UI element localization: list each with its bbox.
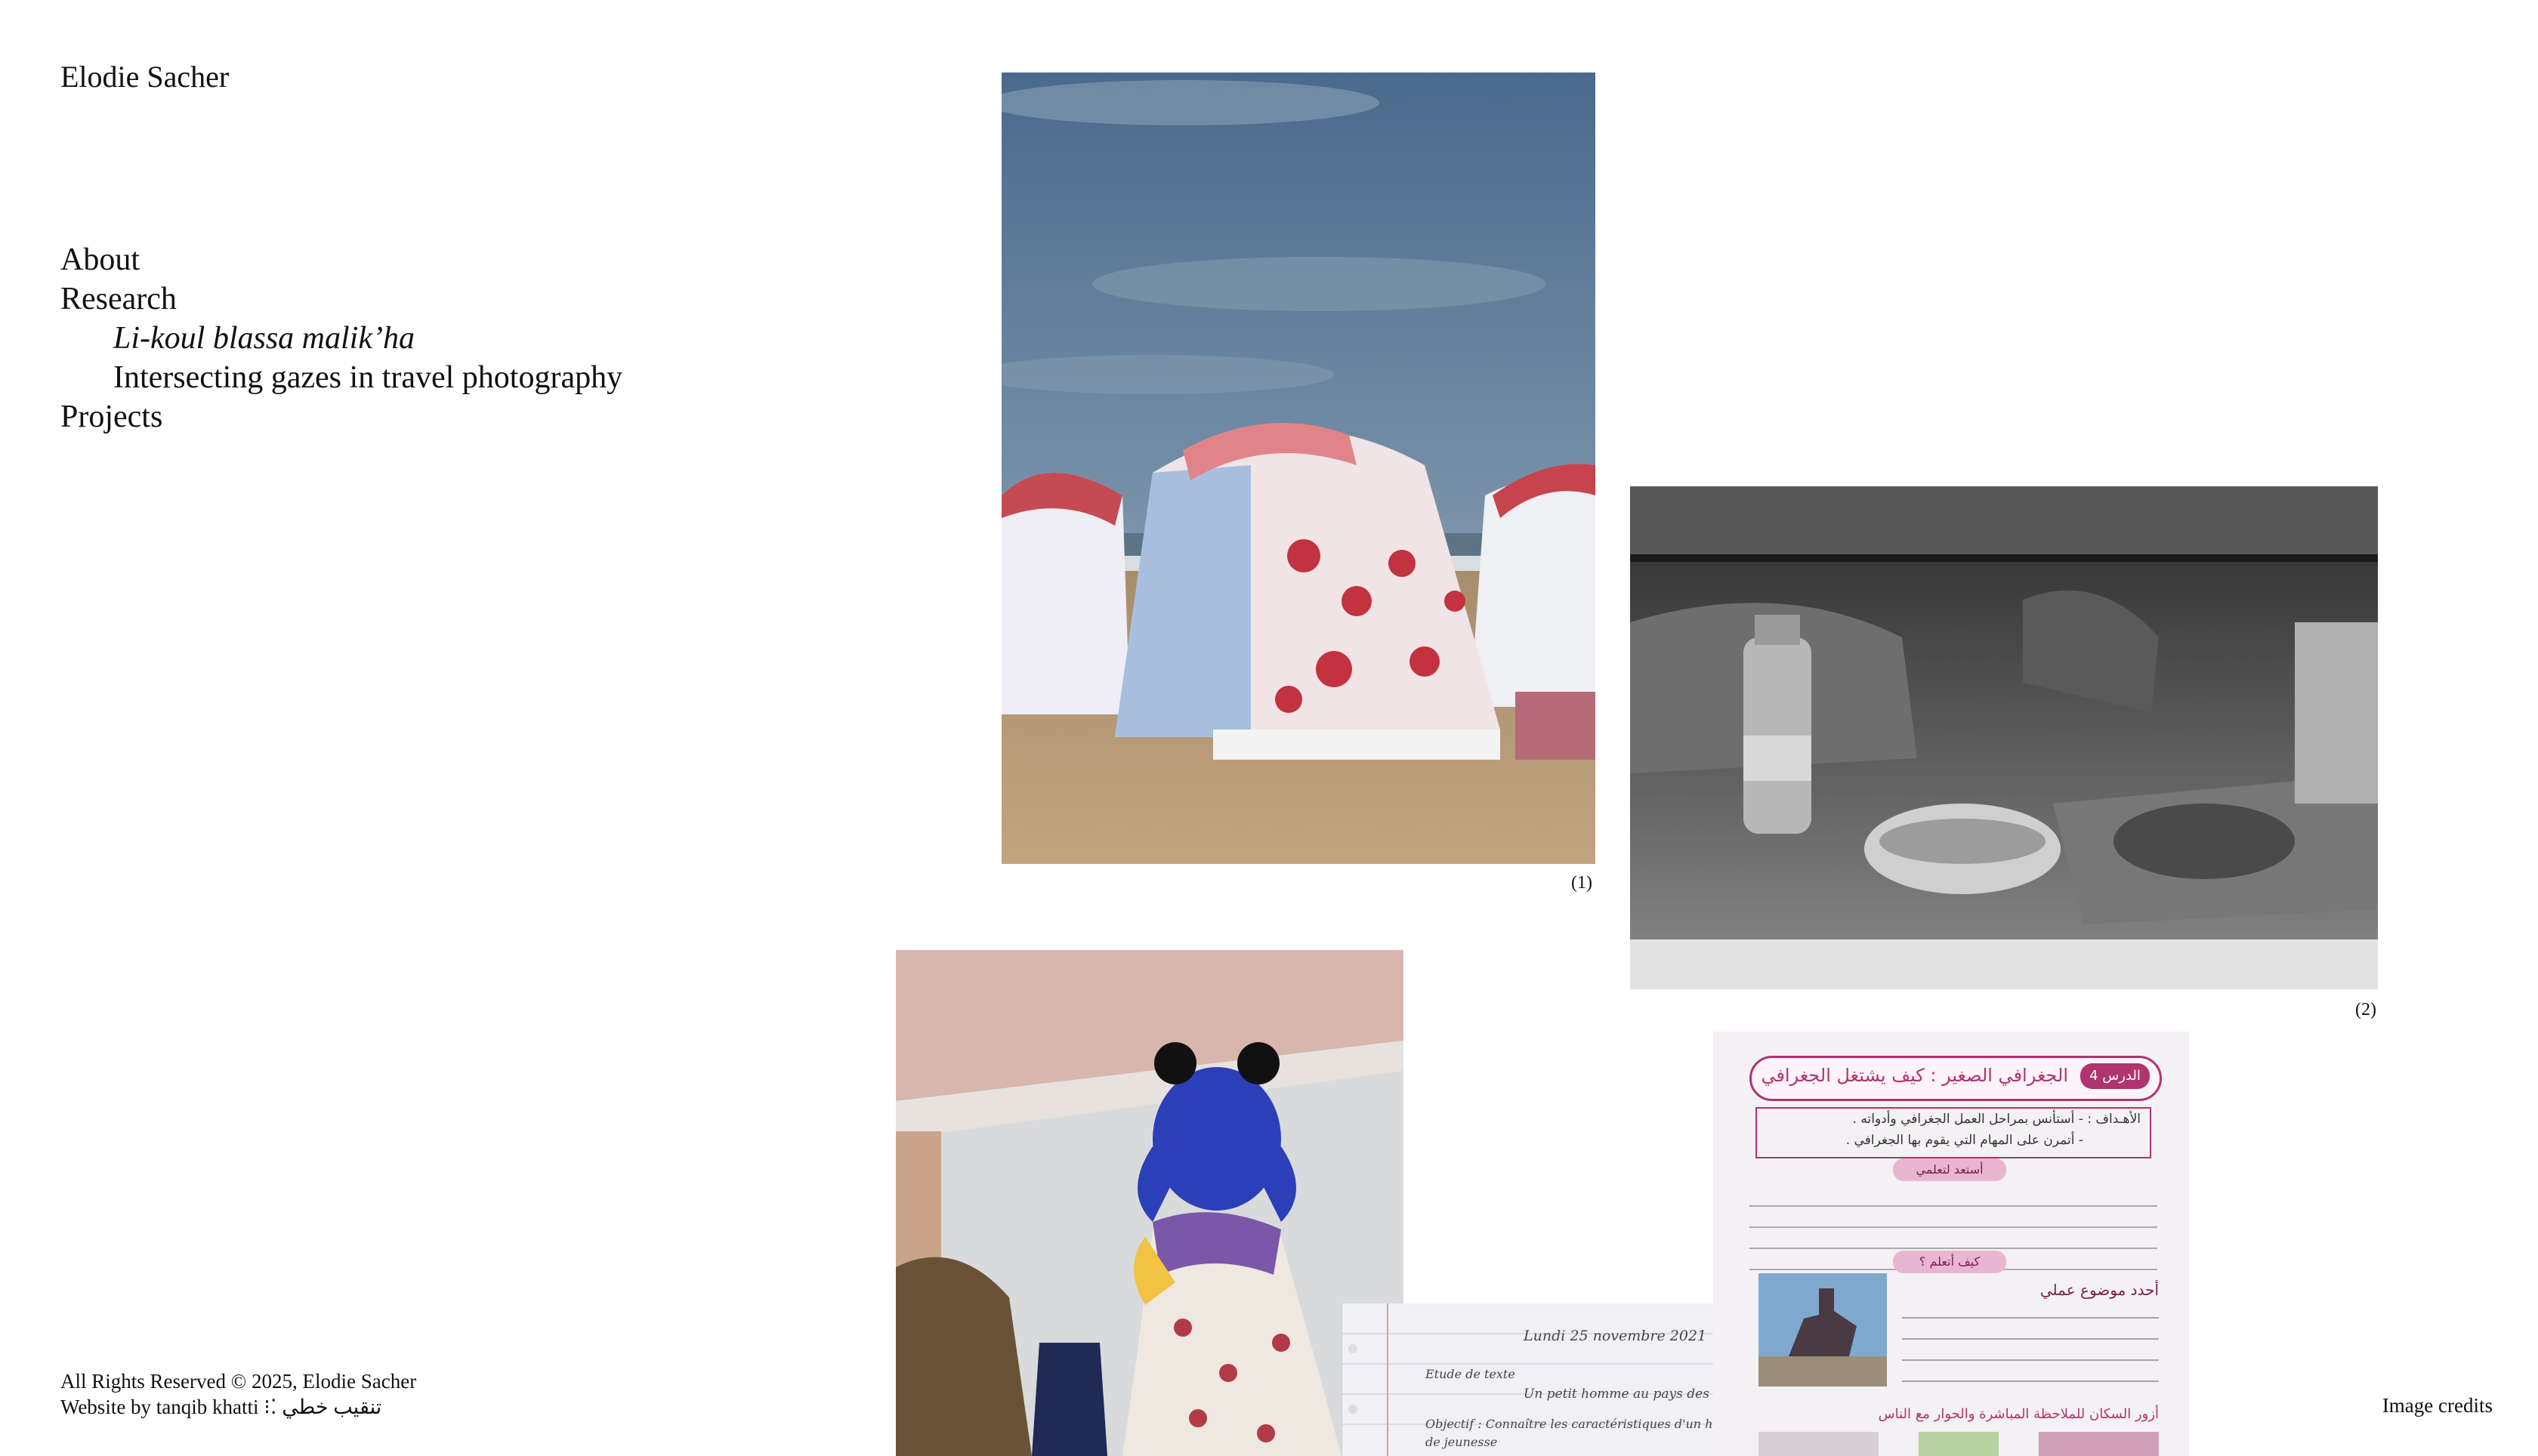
photo-caption-2: (2): [2355, 1000, 2376, 1020]
photo-caption-1: (1): [1571, 873, 1592, 893]
notebook-heading: Etude de texte: [1425, 1367, 1515, 1381]
workbook-bottom-images: [1758, 1432, 2159, 1456]
workbook-topic: أحدد موضوع عملي: [2039, 1281, 2159, 1299]
workbook-goals-line1: الأهـداف : - أستأنس بمراحل العمل الجغراف…: [1852, 1112, 2141, 1127]
workbook-lesson-badge: الدرس 4: [2080, 1063, 2150, 1089]
footer: All Rights Reserved © 2025, Elodie Sache…: [60, 1368, 416, 1420]
site-title-link[interactable]: Elodie Sacher: [60, 59, 229, 94]
workbook-goals-line2: - أتمرن على المهام التي يقوم بها الجغراف…: [1845, 1133, 2083, 1148]
footer-rights: All Rights Reserved © 2025, Elodie Sache…: [60, 1370, 417, 1393]
beach-umbrellas-image: [1002, 72, 1595, 864]
market-stall-image: [1630, 486, 2378, 989]
workbook-questions-block: [1902, 1306, 2159, 1397]
notebook-objective: Objectif : Connaître les caractéristique…: [1425, 1417, 1740, 1449]
workbook-pill-learn: كيف أتعلم ؟: [1893, 1251, 2006, 1273]
photo-arabic-workbook[interactable]: الجغرافي الصغير : كيف يشتغل الجغرافي الد…: [1713, 1032, 2189, 1456]
photo-child-blue-wig[interactable]: [896, 950, 1403, 1456]
main-nav: About Research Li-koul blassa malik’ha I…: [60, 240, 622, 436]
footer-website-credit[interactable]: Website by tanqib khatti ⁝⁚ تنقيب خطي: [60, 1394, 416, 1420]
workbook-title: الجغرافي الصغير : كيف يشتغل الجغرافي: [1761, 1065, 2068, 1086]
photo-market-stall[interactable]: [1630, 486, 2378, 989]
nav-subitem-intersecting-gazes[interactable]: Intersecting gazes in travel photography: [60, 358, 622, 397]
workbook-statue-photo: [1758, 1273, 1887, 1387]
child-blue-wig-image: [896, 950, 1403, 1456]
image-credits-link[interactable]: Image credits: [2382, 1394, 2493, 1417]
nav-item-research[interactable]: Research: [60, 279, 622, 319]
nav-item-projects[interactable]: Projects: [60, 397, 622, 436]
photo-french-notebook[interactable]: Lundi 25 novembre 2021 Etude de texte Un…: [1342, 1303, 1756, 1456]
nav-subitem-li-koul[interactable]: Li-koul blassa malik’ha: [60, 319, 622, 358]
photo-beach-umbrellas[interactable]: [1002, 72, 1595, 864]
workbook-bottom-line: أزور السكان للملاحظة المباشرة والحوار مع…: [1878, 1406, 2159, 1422]
page: Elodie Sacher About Research Li-koul bla…: [0, 0, 2538, 1456]
workbook-pill-prepare: أستعد لتعلمي: [1893, 1158, 2006, 1181]
nav-item-about[interactable]: About: [60, 240, 622, 279]
notebook-date: Lundi 25 novembre 2021: [1524, 1328, 1707, 1344]
